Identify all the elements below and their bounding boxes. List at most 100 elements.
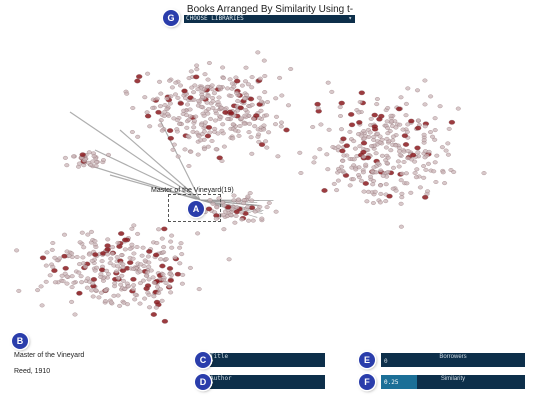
book-dot[interactable]	[433, 180, 439, 184]
book-dot[interactable]	[360, 170, 366, 175]
book-dot[interactable]	[117, 303, 123, 308]
book-dot[interactable]	[50, 241, 56, 245]
book-dot[interactable]	[105, 237, 111, 242]
book-dot[interactable]	[83, 264, 88, 269]
book-dot[interactable]	[90, 294, 96, 299]
book-dot[interactable]	[374, 102, 380, 107]
book-dot[interactable]	[235, 99, 241, 103]
book-dot[interactable]	[177, 245, 183, 250]
book-dot[interactable]	[397, 149, 402, 154]
book-dot[interactable]	[139, 253, 145, 258]
book-dot[interactable]	[239, 83, 245, 88]
book-dot[interactable]	[212, 129, 218, 134]
book-dot[interactable]	[169, 233, 175, 238]
book-dot[interactable]	[403, 113, 409, 118]
book-dot[interactable]	[386, 193, 393, 199]
book-dot[interactable]	[426, 161, 431, 166]
book-dot[interactable]	[371, 179, 377, 183]
book-dot[interactable]	[90, 281, 96, 286]
book-dot[interactable]	[421, 164, 427, 168]
book-dot[interactable]	[187, 107, 193, 112]
book-dot[interactable]	[207, 130, 213, 135]
book-dot[interactable]	[243, 65, 249, 70]
book-dot[interactable]	[108, 256, 114, 261]
book-dot[interactable]	[414, 145, 421, 151]
book-dot[interactable]	[288, 67, 294, 71]
book-dot[interactable]	[408, 190, 414, 195]
book-dot[interactable]	[237, 124, 243, 128]
book-dot[interactable]	[93, 288, 99, 293]
book-dot[interactable]	[153, 305, 159, 310]
book-dot[interactable]	[144, 283, 152, 289]
book-dot[interactable]	[82, 157, 88, 162]
book-dot[interactable]	[181, 88, 188, 94]
book-dot[interactable]	[261, 58, 267, 63]
book-dot[interactable]	[219, 106, 225, 111]
book-dot[interactable]	[156, 227, 162, 232]
book-dot[interactable]	[448, 119, 456, 125]
book-dot[interactable]	[132, 292, 138, 297]
book-dot[interactable]	[114, 255, 120, 260]
book-dot[interactable]	[38, 284, 44, 289]
book-dot[interactable]	[443, 148, 449, 153]
book-dot[interactable]	[195, 87, 201, 92]
book-dot[interactable]	[375, 161, 381, 166]
book-dot[interactable]	[353, 167, 359, 172]
book-dot[interactable]	[177, 121, 182, 126]
book-dot[interactable]	[105, 252, 110, 257]
book-dot[interactable]	[186, 117, 192, 122]
book-dot[interactable]	[225, 117, 231, 121]
book-dot[interactable]	[182, 147, 188, 152]
book-dot[interactable]	[148, 268, 154, 273]
book-dot[interactable]	[321, 188, 328, 193]
book-dot[interactable]	[142, 258, 148, 263]
book-dot[interactable]	[228, 212, 234, 217]
book-dot[interactable]	[397, 152, 403, 157]
book-dot[interactable]	[383, 199, 389, 204]
book-dot[interactable]	[80, 255, 86, 260]
book-dot[interactable]	[249, 151, 255, 156]
book-dot[interactable]	[432, 137, 438, 142]
book-dot[interactable]	[74, 255, 80, 259]
book-dot[interactable]	[49, 247, 55, 252]
book-dot[interactable]	[205, 94, 211, 99]
book-dot[interactable]	[338, 100, 345, 106]
book-dot[interactable]	[393, 125, 399, 130]
book-dot[interactable]	[242, 96, 248, 101]
book-dot[interactable]	[395, 106, 403, 112]
book-dot[interactable]	[338, 114, 343, 118]
book-dot[interactable]	[220, 65, 226, 70]
book-dot[interactable]	[169, 85, 175, 90]
book-dot[interactable]	[221, 227, 227, 232]
book-dot[interactable]	[143, 273, 149, 278]
book-dot[interactable]	[393, 188, 399, 193]
book-dot[interactable]	[160, 272, 166, 277]
book-dot[interactable]	[187, 114, 193, 119]
book-dot[interactable]	[79, 280, 85, 285]
book-dot[interactable]	[151, 294, 157, 299]
book-dot[interactable]	[361, 154, 367, 159]
book-dot[interactable]	[178, 83, 183, 88]
book-dot[interactable]	[189, 85, 195, 90]
book-dot[interactable]	[325, 167, 331, 172]
book-dot[interactable]	[158, 91, 164, 96]
book-dot[interactable]	[356, 132, 361, 137]
book-dot[interactable]	[362, 181, 369, 186]
book-dot[interactable]	[178, 241, 184, 246]
book-dot[interactable]	[43, 263, 49, 268]
book-dot[interactable]	[159, 236, 165, 241]
book-dot[interactable]	[255, 207, 261, 212]
book-dot[interactable]	[122, 237, 129, 243]
book-dot[interactable]	[357, 100, 363, 104]
book-dot[interactable]	[205, 111, 211, 116]
book-dot[interactable]	[377, 200, 383, 205]
book-dot[interactable]	[428, 94, 434, 99]
book-dot[interactable]	[370, 182, 376, 187]
book-dot[interactable]	[191, 90, 197, 95]
similarity-slider[interactable]: Similarity 0.25	[381, 375, 525, 389]
book-dot[interactable]	[204, 84, 210, 89]
book-dot[interactable]	[206, 61, 212, 65]
book-dot[interactable]	[44, 250, 50, 255]
book-dot[interactable]	[248, 135, 254, 140]
book-dot[interactable]	[142, 296, 148, 301]
